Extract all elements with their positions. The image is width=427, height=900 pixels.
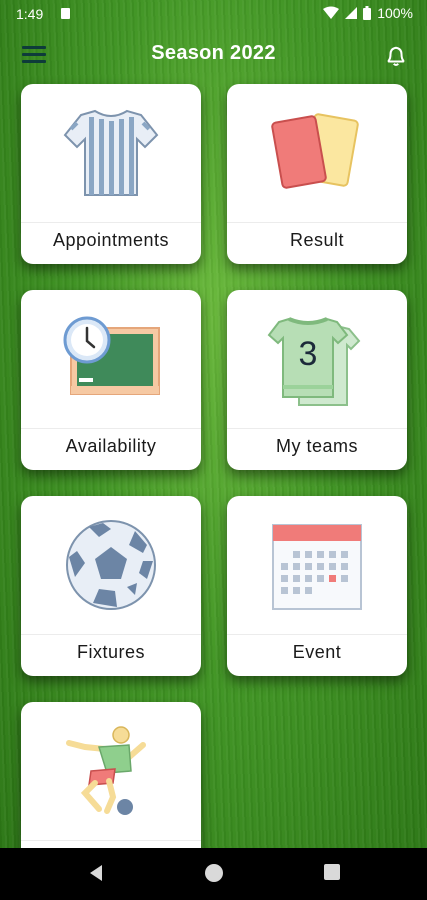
cards-icon: [271, 113, 359, 189]
tile-event[interactable]: Event: [227, 496, 407, 676]
tile-fixtures[interactable]: Fixtures: [21, 496, 201, 676]
tile-label: Availability: [65, 436, 157, 456]
status-bar: 1:49 100%: [0, 0, 427, 28]
bell-icon[interactable]: [385, 44, 407, 68]
tile-label: Event: [292, 642, 342, 662]
tile-result[interactable]: Result: [227, 84, 407, 264]
clock-board-icon: [63, 316, 160, 395]
tile-availability[interactable]: Availability: [21, 290, 201, 470]
wifi-icon: [323, 6, 340, 19]
soccer-ball-icon: [66, 520, 156, 610]
page-title: Season 2022: [151, 42, 276, 64]
app-bar: Season 2022: [0, 28, 427, 84]
system-nav-bar: [0, 848, 427, 900]
player-kick-icon: [66, 726, 146, 815]
status-icons: 100%: [323, 5, 413, 21]
home-icon[interactable]: [205, 864, 223, 882]
tile-label: Result: [289, 230, 345, 250]
sd-card-icon: [61, 8, 70, 19]
shirt-number: 3: [299, 335, 318, 373]
tile-label: My teams: [275, 436, 358, 456]
signal-icon: [345, 7, 358, 19]
back-icon[interactable]: [88, 864, 104, 882]
tile-appointments[interactable]: Appointments: [21, 84, 201, 264]
team-shirt-icon: 3: [267, 317, 361, 406]
recent-apps-icon[interactable]: [324, 864, 340, 880]
referee-shirt-icon: [63, 109, 159, 196]
battery-icon: [363, 6, 372, 20]
calendar-icon: [272, 524, 362, 610]
tile-my-teams[interactable]: 3 My teams: [227, 290, 407, 470]
tile-label: Appointments: [52, 230, 170, 250]
status-time: 1:49: [16, 6, 44, 22]
tile-label: Fixtures: [76, 642, 145, 662]
battery-percent: 100%: [377, 5, 413, 21]
